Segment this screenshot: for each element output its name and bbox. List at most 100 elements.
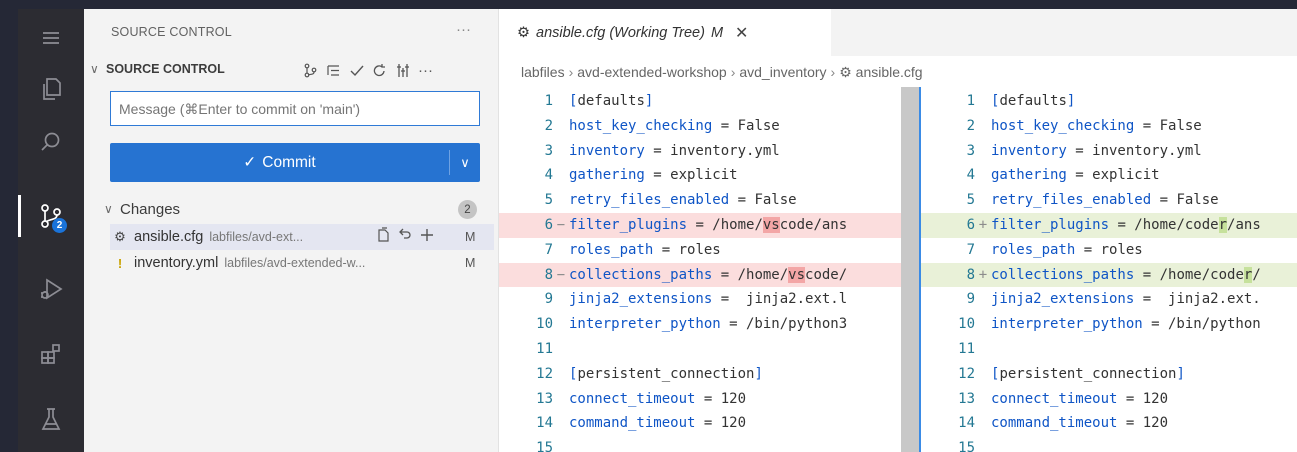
gutter <box>553 362 569 387</box>
gutter <box>553 387 569 412</box>
code-line[interactable]: 13 connect_timeout = 120 <box>499 387 919 412</box>
gutter <box>553 163 569 188</box>
code-line[interactable]: 3 inventory = inventory.yml <box>499 139 919 164</box>
line-number: 5 <box>966 192 975 209</box>
changed-file-row[interactable]: ! inventory.yml labfiles/avd-extended-w.… <box>110 250 494 276</box>
commit-dropdown-chevron-icon[interactable]: ∨ <box>450 143 480 182</box>
code-line[interactable]: 7 roles_path = roles <box>499 238 919 263</box>
breadcrumb-item[interactable]: avd_inventory <box>739 64 826 80</box>
gutter <box>975 114 991 139</box>
code-line[interactable]: 2 host_key_checking = False <box>921 114 1297 139</box>
code-text: inventory = inventory.yml <box>569 142 780 159</box>
line-number: 2 <box>966 117 975 134</box>
code-text: gathering = explicit <box>991 167 1160 184</box>
code-line[interactable]: 11 <box>921 337 1297 362</box>
code-line[interactable]: 14 command_timeout = 120 <box>499 411 919 436</box>
tab-ansible-cfg[interactable]: ⚙ ansible.cfg (Working Tree) M ✕ <box>499 9 831 56</box>
code-line[interactable]: 6 + filter_plugins = /home/coder/ans <box>921 213 1297 238</box>
code-text: [defaults] <box>569 93 654 109</box>
warning-icon: ! <box>117 255 123 271</box>
more-icon[interactable]: ··· <box>414 59 437 81</box>
branch-compare-icon[interactable] <box>299 59 322 81</box>
stage-changes-icon[interactable] <box>419 227 435 247</box>
code-line[interactable]: 5 retry_files_enabled = False <box>921 188 1297 213</box>
gutter <box>975 411 991 436</box>
modified-pane[interactable]: 1 [defaults] 2 host_key_checking = False 3… <box>921 87 1297 452</box>
line-number: 15 <box>536 440 553 452</box>
close-icon[interactable]: ✕ <box>735 23 748 43</box>
code-line[interactable]: 4 gathering = explicit <box>499 163 919 188</box>
run-debug-icon[interactable] <box>18 264 84 314</box>
source-control-section-header[interactable]: ∨ SOURCE CONTROL <box>90 62 225 76</box>
line-number: 4 <box>544 167 553 184</box>
refresh-icon[interactable] <box>368 59 391 81</box>
code-line[interactable]: 7 roles_path = roles <box>921 238 1297 263</box>
original-pane[interactable]: 1 [defaults] 2 host_key_checking = False 3… <box>499 87 919 452</box>
list-view-icon[interactable] <box>322 59 345 81</box>
commit-button[interactable]: ✓ Commit ∨ <box>110 143 480 182</box>
sidebar-more-icon[interactable]: ··· <box>456 21 471 38</box>
extensions-icon[interactable] <box>18 329 84 379</box>
commit-message-input[interactable] <box>110 91 480 126</box>
breadcrumb-item[interactable]: labfiles <box>521 64 565 80</box>
code-line[interactable]: 10 interpreter_python = /bin/python <box>921 312 1297 337</box>
file-name: ansible.cfg <box>134 229 204 245</box>
code-line[interactable]: 12 [persistent_connection] <box>499 362 919 387</box>
graph-icon[interactable] <box>391 59 414 81</box>
scrollbar[interactable] <box>901 87 919 452</box>
code-text: retry_files_enabled = False <box>569 192 797 209</box>
code-line[interactable]: 3 inventory = inventory.yml <box>921 139 1297 164</box>
gutter <box>975 312 991 337</box>
breadcrumb-item[interactable]: ansible.cfg <box>856 64 923 80</box>
changes-section-header[interactable]: ∨ Changes 2 <box>104 198 480 220</box>
code-line[interactable]: 2 host_key_checking = False <box>499 114 919 139</box>
menu-icon[interactable] <box>18 13 84 63</box>
search-icon[interactable] <box>18 117 84 167</box>
line-number: 9 <box>544 291 553 308</box>
breadcrumb: labfiles › avd-extended-workshop › avd_inven… <box>521 64 923 81</box>
code-line[interactable]: 13 connect_timeout = 120 <box>921 387 1297 412</box>
deleted-marker: − <box>556 266 566 283</box>
explorer-icon[interactable] <box>18 64 84 114</box>
code-line[interactable]: 8−collections_paths = /home/vscode/→ <box>499 262 919 288</box>
code-line[interactable]: 9 jinja2_extensions = jinja2.ext.l <box>499 287 919 312</box>
code-line[interactable]: 9 jinja2_extensions = jinja2.ext. <box>921 287 1297 312</box>
gutter <box>553 312 569 337</box>
code-line[interactable]: 10 interpreter_python = /bin/python3 <box>499 312 919 337</box>
code-line[interactable]: 15 <box>921 436 1297 452</box>
gutter <box>975 188 991 213</box>
tab-bar: ⚙ ansible.cfg (Working Tree) M ✕ <box>499 9 1297 56</box>
gutter <box>553 114 569 139</box>
commit-check-icon[interactable] <box>345 59 368 81</box>
code-line[interactable]: 5 retry_files_enabled = False <box>499 188 919 213</box>
testing-icon[interactable] <box>18 394 84 444</box>
code-line[interactable]: 15 <box>499 436 919 452</box>
gutter <box>553 139 569 164</box>
file-name: inventory.yml <box>134 255 219 271</box>
line-number: 1 <box>544 93 553 109</box>
code-line[interactable]: 12 [persistent_connection] <box>921 362 1297 387</box>
line-number: 8 <box>544 266 553 283</box>
code-text: host_key_checking = False <box>569 117 780 134</box>
breadcrumb-item[interactable]: avd-extended-workshop <box>577 64 726 80</box>
added-marker: + <box>978 217 988 233</box>
line-number: 11 <box>536 341 553 357</box>
code-line[interactable]: 1 [defaults] <box>921 89 1297 114</box>
line-number: 7 <box>966 241 975 258</box>
changed-file-row[interactable]: ⚙ ansible.cfg labfiles/avd-ext... M <box>110 224 494 250</box>
code-line[interactable]: 14 command_timeout = 120 <box>921 411 1297 436</box>
open-file-icon[interactable] <box>375 227 391 247</box>
line-number: 14 <box>536 415 553 432</box>
code-line[interactable]: 11 <box>499 337 919 362</box>
source-control-icon[interactable]: 2 <box>18 191 84 241</box>
code-line[interactable]: 4 gathering = explicit <box>921 163 1297 188</box>
code-text: jinja2_extensions = jinja2.ext.l <box>569 291 848 308</box>
commit-button-main[interactable]: ✓ Commit <box>110 143 449 182</box>
code-line[interactable]: 6−filter_plugins = /home/vscode/ans→ <box>499 213 919 238</box>
code-line[interactable]: 8 + collections_paths = /home/coder/ <box>921 262 1297 288</box>
line-number: 12 <box>958 365 975 382</box>
code-line[interactable]: 1 [defaults] <box>499 89 919 114</box>
tab-status: M <box>710 24 724 41</box>
gutter <box>553 89 569 114</box>
discard-changes-icon[interactable] <box>397 227 413 247</box>
